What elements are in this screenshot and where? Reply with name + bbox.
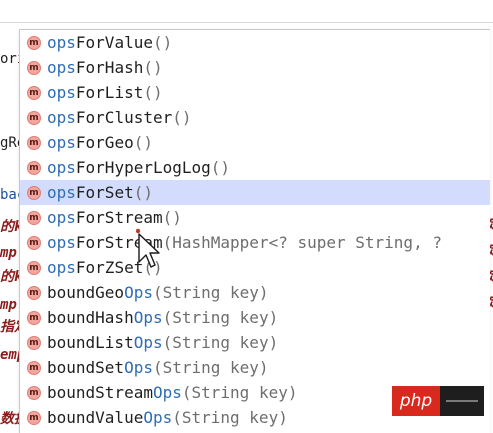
- editor-code-fragment: 指定: [0, 319, 19, 335]
- completion-item[interactable]: m ops ForSet(): [20, 180, 490, 205]
- method-signature: (): [162, 208, 182, 227]
- completion-item[interactable]: m boundGeo Ops (String key): [20, 280, 490, 305]
- matched-text: ops: [47, 133, 76, 152]
- matched-text: Ops: [133, 308, 163, 327]
- method-icon: m: [27, 160, 41, 175]
- method-name-suffix: ForHash: [75, 58, 144, 77]
- method-icon: m: [27, 335, 41, 350]
- method-icon: m: [27, 360, 41, 375]
- method-signature: (HashMapper<? super String, ?: [162, 233, 442, 252]
- method-name-prefix: boundHash: [47, 308, 134, 327]
- matched-text: ops: [47, 83, 76, 102]
- method-signature: (): [152, 33, 173, 52]
- method-name-suffix: ForHyperLogLog: [75, 158, 211, 177]
- matched-text: Ops: [133, 333, 163, 352]
- watermark-dark-panel: [440, 386, 484, 416]
- method-signature: (): [143, 58, 163, 77]
- completion-item[interactable]: m ops ForCluster(): [20, 105, 490, 130]
- matched-text: ops: [47, 108, 76, 127]
- method-icon: m: [27, 310, 41, 325]
- method-name-suffix: ForCluster: [75, 108, 173, 127]
- editor-code-fragment: emp: [0, 347, 19, 363]
- matched-text: ops: [47, 258, 76, 277]
- editor-code-fragment: gRe: [0, 135, 19, 151]
- method-name-suffix: ForStream: [75, 208, 163, 227]
- method-icon: m: [27, 385, 41, 400]
- method-signature: (): [172, 108, 192, 127]
- method-icon: m: [27, 210, 41, 225]
- completion-item[interactable]: m ops ForZSet(): [20, 255, 490, 280]
- matched-text: ops: [47, 58, 76, 77]
- method-signature: (): [143, 83, 163, 102]
- completion-item[interactable]: m ops ForHash(): [20, 55, 490, 80]
- method-name-suffix: ForList: [75, 83, 144, 102]
- method-icon: m: [27, 185, 41, 200]
- mouse-cursor-icon: [136, 228, 160, 268]
- method-icon: m: [27, 135, 41, 150]
- editor-code-fragment: mp: [0, 245, 17, 261]
- method-signature: (String key): [181, 383, 298, 402]
- method-name-prefix: boundValue: [47, 408, 144, 427]
- matched-text: ops: [47, 183, 76, 202]
- method-name-suffix: ForZSet: [75, 258, 144, 277]
- matched-text: Ops: [124, 283, 153, 302]
- completion-item[interactable]: m boundSet Ops (String key): [20, 355, 490, 380]
- method-signature: (): [133, 183, 153, 202]
- completion-item[interactable]: m ops ForHyperLogLog(): [20, 155, 490, 180]
- method-signature: (String key): [152, 358, 269, 377]
- completion-item[interactable]: m ops ForList(): [20, 80, 490, 105]
- editor-code-fragment: 的k: [0, 219, 19, 235]
- method-name-suffix: ForValue: [75, 33, 153, 52]
- method-icon: m: [27, 410, 41, 425]
- method-name-prefix: boundSet: [47, 358, 125, 377]
- method-icon: m: [27, 285, 41, 300]
- method-icon: m: [27, 235, 41, 250]
- method-signature: (String key): [162, 308, 279, 327]
- matched-text: Ops: [152, 383, 182, 402]
- editor-code-fragment: mp: [0, 297, 17, 313]
- method-name-suffix: ForGeo: [75, 133, 134, 152]
- matched-text: ops: [47, 158, 76, 177]
- completion-item[interactable]: m boundHash Ops (String key): [20, 305, 490, 330]
- method-signature: (String key): [172, 408, 288, 427]
- method-icon: m: [27, 110, 41, 125]
- matched-text: ops: [47, 233, 76, 252]
- method-signature: (): [210, 158, 231, 177]
- method-name-prefix: boundGeo: [47, 283, 125, 302]
- method-icon: m: [27, 85, 41, 100]
- method-signature: (String key): [152, 283, 269, 302]
- completion-item[interactable]: m ops ForGeo(): [20, 130, 490, 155]
- editor-code-fragment: 的k: [0, 269, 19, 285]
- completion-item[interactable]: m ops ForStream(): [20, 205, 490, 230]
- completion-item[interactable]: m ops ForValue(): [20, 30, 490, 55]
- editor-divider: [0, 22, 493, 23]
- completion-item[interactable]: m boundList Ops (String key): [20, 330, 490, 355]
- php-watermark: php: [392, 386, 484, 416]
- matched-text: Ops: [143, 408, 173, 427]
- editor-code-fragment: bac: [0, 187, 19, 203]
- code-completion-popup[interactable]: m ops ForValue() m ops ForHash() m ops ForList()…: [19, 29, 490, 433]
- php-logo-text: php: [392, 386, 440, 416]
- method-icon: m: [27, 35, 41, 50]
- completion-item[interactable]: m ops ForStream (HashMapper<? super String,…: [20, 230, 490, 255]
- matched-text: ops: [47, 208, 76, 227]
- method-icon: m: [27, 260, 41, 275]
- editor-code-fragment: ori: [0, 51, 19, 67]
- method-signature: (String key): [162, 333, 279, 352]
- method-name-suffix: ForSet: [75, 183, 134, 202]
- editor-code-fragment: 数据: [0, 411, 19, 427]
- matched-text: Ops: [124, 358, 153, 377]
- method-name-prefix: boundList: [47, 333, 134, 352]
- matched-text: ops: [47, 33, 76, 52]
- method-signature: (): [133, 133, 153, 152]
- method-name-prefix: boundStream: [47, 383, 153, 402]
- method-icon: m: [27, 60, 41, 75]
